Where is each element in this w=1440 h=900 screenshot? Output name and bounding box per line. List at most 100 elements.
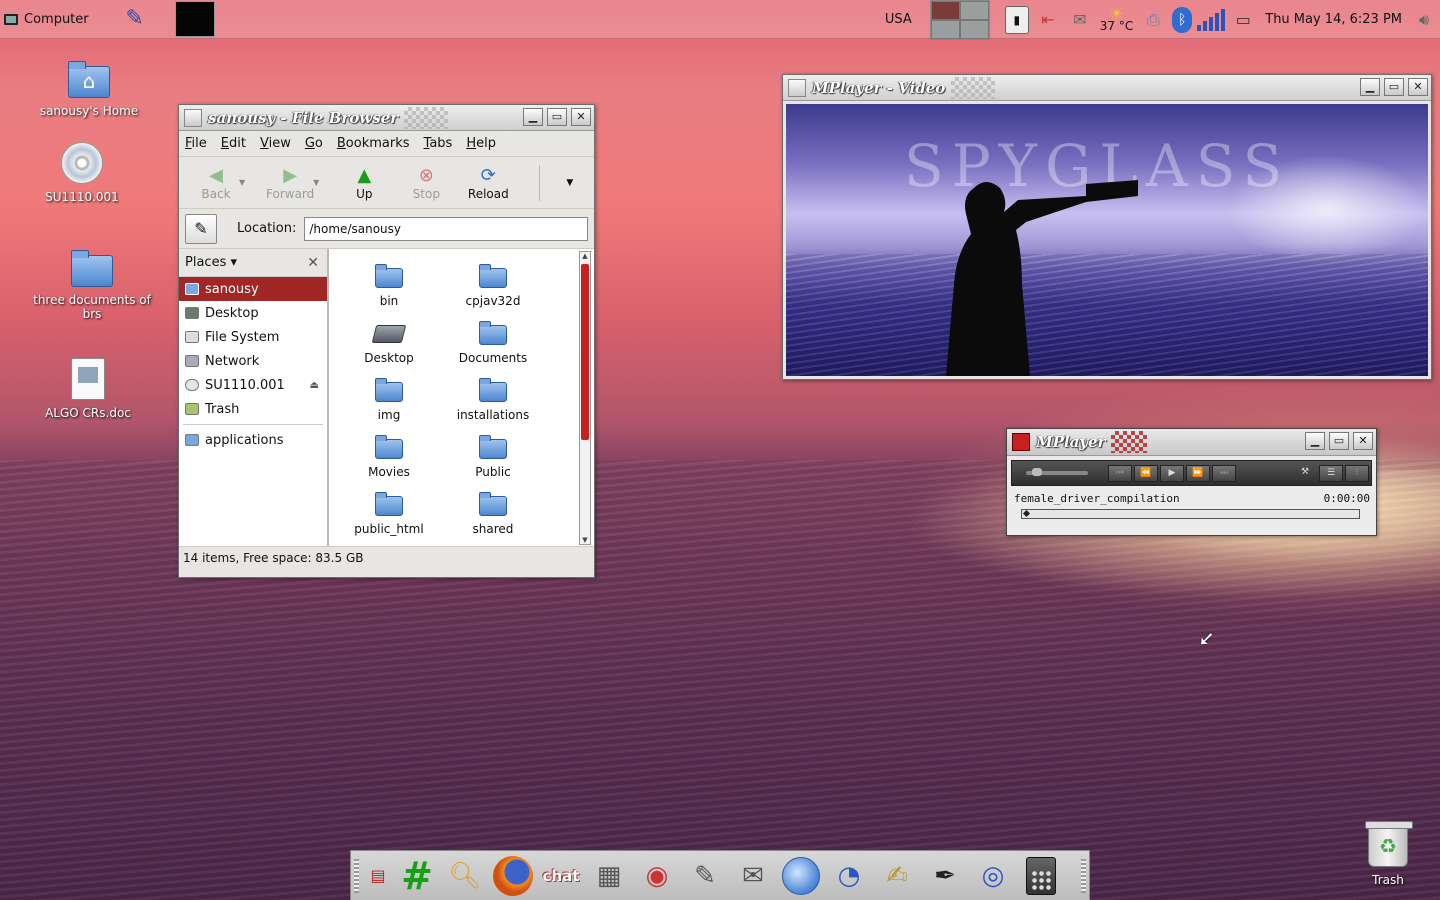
- close-button[interactable]: ✕: [1353, 432, 1373, 450]
- vertical-scrollbar[interactable]: ▲ ▼: [579, 251, 591, 545]
- maximize-button[interactable]: ▭: [1384, 78, 1404, 96]
- forward-history-dropdown[interactable]: ▼: [313, 178, 319, 187]
- text-editor-icon[interactable]: ✍: [875, 854, 919, 898]
- eject-icon[interactable]: ⏏: [310, 380, 319, 391]
- clock[interactable]: Thu May 14, 6:23 PM: [1265, 12, 1402, 27]
- desktop-icon-trash[interactable]: Trash: [1318, 821, 1440, 887]
- desktop-icon-cd[interactable]: SU1110.001: [12, 142, 152, 204]
- menu-bookmarks[interactable]: Bookmarks: [337, 136, 410, 151]
- network-signal-icon[interactable]: [1197, 7, 1226, 33]
- scroll-up-icon[interactable]: ▲: [580, 252, 590, 260]
- display-icon[interactable]: ▭: [1230, 7, 1256, 33]
- menu-edit[interactable]: Edit: [221, 136, 246, 151]
- volume-icon[interactable]: 🔊︎: [1411, 7, 1437, 33]
- forward-button[interactable]: ▶ Forward: [259, 165, 321, 201]
- bluetooth-icon[interactable]: ᛒ: [1172, 6, 1193, 33]
- places-dropdown[interactable]: Places ▾: [185, 255, 237, 270]
- close-button[interactable]: ✕: [1408, 78, 1428, 96]
- printer-icon[interactable]: ⎙: [1140, 7, 1166, 33]
- calculator-icon[interactable]: [1019, 854, 1063, 898]
- sidebar-item-desktop[interactable]: Desktop: [179, 301, 327, 325]
- volume-slider[interactable]: [1026, 468, 1088, 476]
- logout-icon[interactable]: ⇤: [1035, 7, 1061, 33]
- toolbar-overflow-icon[interactable]: ▼: [566, 178, 573, 188]
- web-browser-globe-icon[interactable]: [779, 854, 823, 898]
- up-button[interactable]: ▲ Up: [333, 165, 395, 201]
- maximize-button[interactable]: ▭: [1329, 432, 1349, 450]
- sidebar-item-network[interactable]: Network: [179, 349, 327, 373]
- menu-go[interactable]: Go: [305, 136, 323, 151]
- menu-help[interactable]: Help: [466, 136, 496, 151]
- xchat-icon[interactable]: chat: [539, 849, 583, 898]
- gimp-icon[interactable]: ✎: [683, 854, 727, 898]
- back-button[interactable]: ◀ Back: [185, 165, 247, 201]
- file-item-public[interactable]: Public: [441, 428, 545, 479]
- workspace-4[interactable]: [959, 19, 989, 39]
- location-toggle-button[interactable]: ✎: [185, 213, 217, 244]
- dock-handle-right[interactable]: [1081, 859, 1086, 893]
- back-history-dropdown[interactable]: ▼: [239, 178, 245, 187]
- sidebar-item-file-system[interactable]: File System: [179, 325, 327, 349]
- location-input[interactable]: /home/sanousy: [304, 216, 589, 241]
- file-cabinet-icon[interactable]: ▦: [587, 854, 631, 898]
- mail-icon[interactable]: ✉: [731, 854, 775, 898]
- window-menu-button[interactable]: [184, 108, 202, 127]
- file-item-cpjav32d[interactable]: cpjav32d: [441, 257, 545, 308]
- file-browser-titlebar[interactable]: sanousy - File Browser ▁ ▭ ✕: [179, 105, 594, 131]
- file-item-shared[interactable]: shared: [441, 485, 545, 536]
- hashtag-app-icon[interactable]: #: [395, 854, 439, 898]
- window-list-thumbnail[interactable]: [175, 1, 215, 37]
- mplayer-control-titlebar[interactable]: MPlayer ▁ ▭ ✕: [1007, 429, 1376, 456]
- close-sidebar-icon[interactable]: ✕: [307, 255, 319, 271]
- mplayer-video-titlebar[interactable]: MPlayer - Video ▁ ▭ ✕: [783, 75, 1431, 101]
- sidebar-item-cd[interactable]: SU1110.001 ⏏: [179, 373, 327, 397]
- minimize-button[interactable]: ▁: [523, 108, 543, 126]
- workspace-1[interactable]: [930, 0, 960, 20]
- previous-track-button[interactable]: ⏮: [1108, 464, 1132, 482]
- desktop-icon-home[interactable]: sanousy's Home: [19, 61, 159, 118]
- desktop-icon-document[interactable]: ALGO CRs.doc: [18, 358, 158, 420]
- playlist-button[interactable]: ☰: [1319, 464, 1343, 482]
- window-menu-button[interactable]: [788, 78, 806, 97]
- show-desktop-icon[interactable]: ▤: [365, 854, 391, 898]
- search-tool-icon[interactable]: 🔍︎: [443, 854, 487, 898]
- mail-notify-icon[interactable]: ✉: [1067, 7, 1093, 33]
- menu-file[interactable]: File: [185, 136, 207, 151]
- file-item-movies[interactable]: Movies: [337, 428, 441, 479]
- computer-menu-button[interactable]: Computer: [0, 0, 89, 39]
- file-item-desktop[interactable]: Desktop: [337, 314, 441, 365]
- file-item-public-html[interactable]: public_html: [337, 485, 441, 536]
- seek-bar[interactable]: [1021, 509, 1360, 519]
- desktop-icon-folder[interactable]: three documents of brs: [22, 250, 162, 321]
- scrollbar-thumb[interactable]: [581, 264, 589, 440]
- next-track-button[interactable]: ⏭: [1212, 464, 1236, 482]
- file-icon-view[interactable]: bin cpjav32d Desktop Documents img insta…: [329, 249, 594, 546]
- stop-button[interactable]: ⊗ Stop: [395, 165, 457, 201]
- device-icon[interactable]: ▮: [1004, 5, 1029, 34]
- sidebar-item-applications[interactable]: applications: [179, 428, 327, 452]
- fast-forward-button[interactable]: ⏩: [1186, 464, 1210, 482]
- minimize-button[interactable]: ▁: [1360, 78, 1380, 96]
- wireless-icon[interactable]: ◎: [971, 854, 1015, 898]
- file-item-img[interactable]: img: [337, 371, 441, 422]
- presentation-icon[interactable]: ◔: [827, 854, 871, 898]
- menu-view[interactable]: View: [260, 136, 291, 151]
- maximize-button[interactable]: ▭: [547, 108, 567, 126]
- workspace-3[interactable]: [930, 19, 960, 39]
- minimize-button[interactable]: ▁: [1305, 432, 1325, 450]
- menu-tabs[interactable]: Tabs: [424, 136, 453, 151]
- preferences-icon[interactable]: ⚒: [1293, 465, 1317, 482]
- scroll-down-icon[interactable]: ▼: [580, 536, 590, 544]
- launcher-icon[interactable]: ✎: [123, 6, 147, 32]
- window-menu-button[interactable]: [1012, 433, 1030, 451]
- drawing-tool-icon[interactable]: ✒: [923, 854, 967, 898]
- close-button[interactable]: ✕: [571, 108, 591, 126]
- workspace-2[interactable]: [959, 0, 989, 20]
- play-button[interactable]: ▶: [1160, 464, 1184, 482]
- sidebar-item-trash[interactable]: Trash: [179, 397, 327, 421]
- workspace-switcher[interactable]: [929, 0, 990, 40]
- video-frame[interactable]: SPYGLASS: [786, 104, 1428, 376]
- firefox-icon[interactable]: [491, 854, 535, 898]
- rewind-button[interactable]: ⏪: [1134, 464, 1158, 482]
- file-item-documents[interactable]: Documents: [441, 314, 545, 365]
